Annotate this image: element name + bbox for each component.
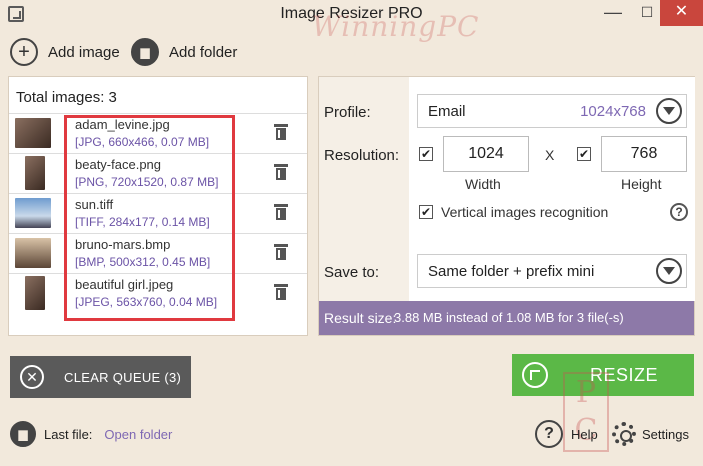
resize-icon — [522, 362, 548, 388]
thumbnail-image — [15, 118, 51, 148]
add-image-button[interactable]: + Add image — [10, 37, 120, 67]
thumbnail-image — [25, 276, 45, 310]
save-to-select[interactable]: Same folder + prefix mini — [417, 254, 687, 288]
last-file-label: Last file: — [44, 426, 93, 442]
folder-icon: ▆ — [131, 38, 159, 66]
settings-panel: Profile: Email 1024x768 Resolution: ✔ 10… — [318, 76, 695, 336]
profile-label: Profile: — [324, 104, 371, 121]
vertical-recognition-checkbox[interactable]: ✔ — [419, 205, 433, 219]
trash-icon[interactable] — [274, 244, 288, 260]
add-image-label: Add image — [48, 43, 120, 61]
trash-icon[interactable] — [274, 204, 288, 220]
resolution-label: Resolution: — [324, 147, 400, 164]
profile-value: Email — [428, 103, 466, 120]
close-button[interactable]: ✕ — [660, 0, 703, 26]
settings-label: Settings — [642, 426, 689, 442]
open-folder-link[interactable]: Open folder — [104, 427, 172, 442]
title-bar: Image Resizer PRO WinningPC — ☐ ✕ — [0, 0, 703, 43]
help-button[interactable]: ? Help — [535, 420, 598, 448]
vertical-recognition-label: Vertical images recognition — [441, 204, 609, 220]
maximize-button[interactable]: ☐ — [630, 0, 664, 26]
settings-button[interactable]: Settings — [612, 420, 689, 448]
thumbnail-image — [25, 156, 45, 190]
width-label: Width — [465, 176, 501, 192]
height-checkbox[interactable]: ✔ — [577, 147, 591, 161]
result-size-bar: Result size: 3.88 MB instead of 1.08 MB … — [319, 301, 694, 335]
help-icon: ? — [535, 420, 563, 448]
x-separator: X — [545, 147, 555, 163]
plus-icon: + — [10, 38, 38, 66]
trash-icon[interactable] — [274, 124, 288, 140]
close-icon: ✕ — [20, 365, 44, 389]
watermark: WinningPC — [312, 10, 480, 43]
width-input[interactable]: 1024 — [443, 136, 529, 172]
height-label: Height — [621, 176, 662, 192]
result-size-value: 3.88 MB instead of 1.08 MB for 3 file(-s… — [394, 310, 624, 325]
chevron-down-icon — [656, 98, 682, 124]
clear-queue-label: CLEAR QUEUE (3) — [64, 370, 182, 385]
question-icon[interactable]: ? — [670, 203, 688, 221]
height-input[interactable]: 768 — [601, 136, 687, 172]
add-folder-button[interactable]: ▆ Add folder — [131, 37, 237, 67]
folder-icon: ▆ — [10, 421, 36, 447]
save-to-label: Save to: — [324, 264, 380, 281]
help-label: Help — [571, 426, 598, 442]
width-checkbox[interactable]: ✔ — [419, 147, 433, 161]
profile-select[interactable]: Email 1024x768 — [417, 94, 687, 128]
trash-icon[interactable] — [274, 284, 288, 300]
save-to-value: Same folder + prefix mini — [428, 263, 595, 280]
thumbnail-image — [15, 238, 51, 268]
add-folder-label: Add folder — [169, 43, 238, 61]
trash-icon[interactable] — [274, 164, 288, 180]
last-file-area: ▆ Last file: Open folder — [10, 420, 172, 448]
result-size-label: Result size: — [324, 310, 397, 326]
highlight-annotation — [64, 115, 235, 321]
thumbnail-image — [15, 198, 51, 228]
gear-icon — [612, 422, 636, 446]
profile-size: 1024x768 — [580, 103, 646, 120]
chevron-down-icon — [656, 258, 682, 284]
minimize-button[interactable]: — — [596, 0, 630, 26]
clear-queue-button[interactable]: ✕ CLEAR QUEUE (3) — [10, 356, 191, 398]
total-images-label: Total images: 3 — [16, 89, 117, 106]
